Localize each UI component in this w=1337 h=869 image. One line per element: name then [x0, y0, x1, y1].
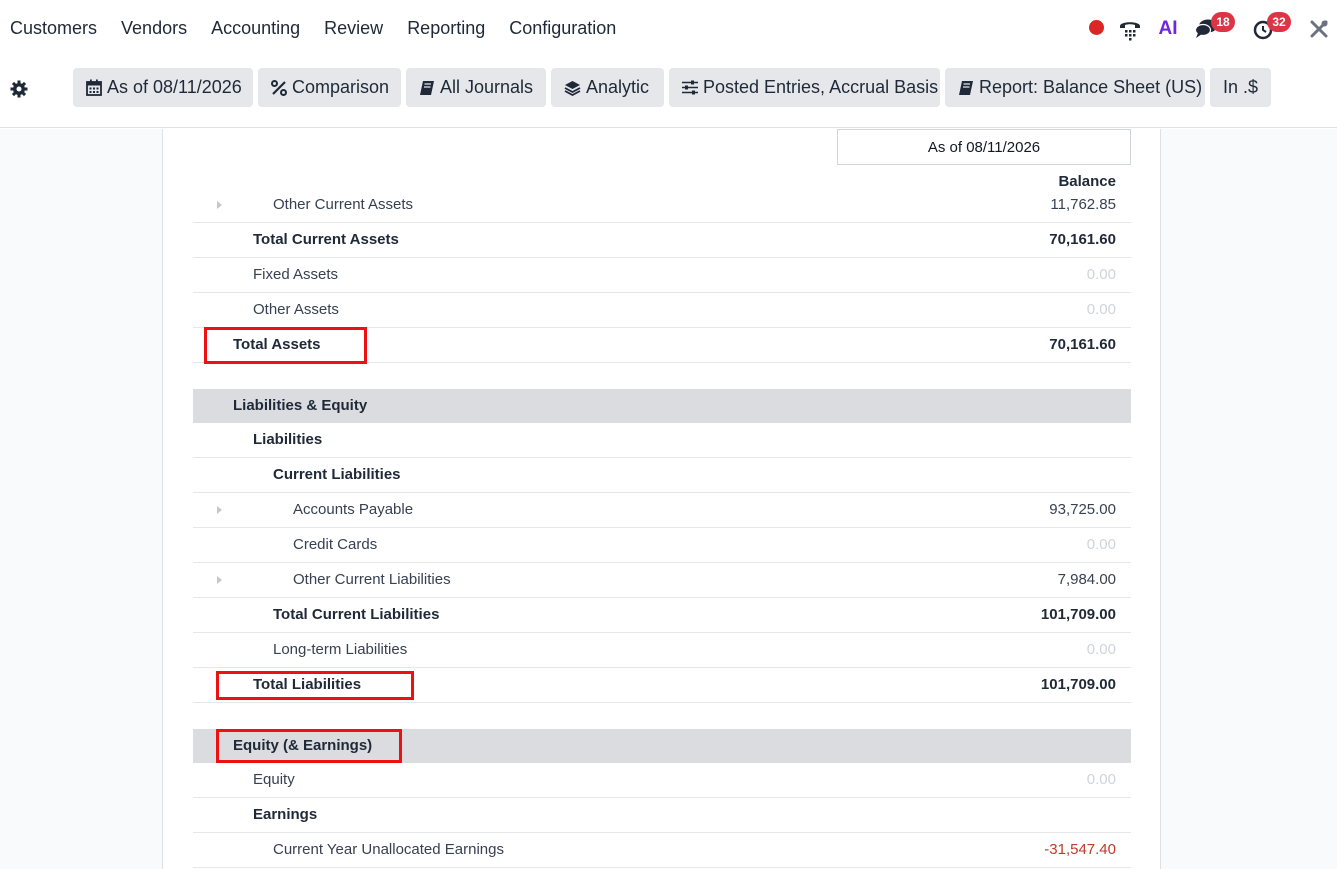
line-amount: 0.00 — [1086, 536, 1116, 553]
line-amount: 93,725.00 — [1049, 501, 1116, 518]
journals-button[interactable]: All Journals — [406, 68, 546, 107]
entries-filter-label: Posted Entries, Accrual Basis — [703, 77, 939, 97]
journals-label: All Journals — [440, 77, 534, 97]
caret-right-icon[interactable] — [217, 506, 222, 514]
line-liabilities: Liabilities — [193, 423, 1131, 458]
line-other-assets: Other Assets 0.00 — [193, 293, 1131, 328]
messages-badge: 18 — [1211, 12, 1235, 32]
menu-customers[interactable]: Customers — [10, 18, 97, 39]
line-label: Accounts Payable — [293, 501, 414, 518]
ai-icon[interactable]: AI — [1155, 16, 1181, 42]
line-current-year-unallocated-earnings: Current Year Unallocated Earnings -31,54… — [193, 833, 1131, 868]
line-accounts-payable[interactable]: Accounts Payable 93,725.00 — [193, 493, 1131, 528]
line-total-liabilities: Total Liabilities 101,709.00 — [193, 668, 1131, 703]
line-long-term-liabilities: Long-term Liabilities 0.00 — [193, 633, 1131, 668]
menu-reporting[interactable]: Reporting — [407, 18, 485, 39]
ai-label: AI — [1158, 18, 1178, 39]
line-label: Total Current Assets — [253, 231, 399, 248]
book-icon — [959, 80, 973, 95]
sliders-icon — [682, 80, 698, 95]
line-amount: 0.00 — [1086, 301, 1116, 318]
line-total-current-liabilities: Total Current Liabilities 101,709.00 — [193, 598, 1131, 633]
menu-configuration[interactable]: Configuration — [509, 18, 616, 39]
line-label: Other Assets — [253, 301, 339, 318]
report-selector-label: Report: Balance Sheet (US) — [979, 77, 1203, 97]
entries-filter-button[interactable]: Posted Entries, Accrual Basis — [669, 68, 940, 107]
book-icon — [420, 80, 434, 95]
line-amount: 101,709.00 — [1040, 676, 1116, 693]
line-label: Equity — [253, 771, 295, 788]
line-credit-cards: Credit Cards 0.00 — [193, 528, 1131, 563]
line-total-assets: Total Assets 70,161.60 — [193, 328, 1131, 363]
line-other-current-liabilities[interactable]: Other Current Liabilities 7,984.00 — [193, 563, 1131, 598]
date-filter-button[interactable]: As of 08/11/2026 — [73, 68, 253, 107]
top-navbar: Customers Vendors Accounting Review Repo… — [0, 0, 1337, 58]
line-amount: 0.00 — [1086, 771, 1116, 788]
main-menu: Customers Vendors Accounting Review Repo… — [10, 18, 640, 39]
comparison-label: Comparison — [292, 77, 390, 97]
date-filter-label: As of 08/11/2026 — [107, 77, 242, 97]
recording-indicator-icon[interactable] — [1089, 20, 1104, 35]
section-equity-earnings: Equity (& Earnings) — [193, 729, 1131, 763]
analytic-button[interactable]: Analytic — [551, 68, 664, 107]
line-amount: -31,547.40 — [1044, 841, 1116, 858]
line-label: Long-term Liabilities — [273, 641, 408, 658]
currency-label: In .$ — [1223, 77, 1259, 97]
line-amount: 70,161.60 — [1049, 336, 1116, 353]
line-label: Other Current Liabilities — [293, 571, 451, 588]
comparison-button[interactable]: Comparison — [258, 68, 401, 107]
line-label: Earnings — [253, 806, 318, 823]
caret-right-icon[interactable] — [217, 576, 222, 584]
line-label: Total Assets — [233, 336, 321, 353]
line-label: Total Current Liabilities — [273, 606, 440, 623]
line-label: Current Year Unallocated Earnings — [273, 841, 504, 858]
caret-right-icon[interactable] — [217, 201, 222, 209]
column-header-date[interactable]: As of 08/11/2026 — [837, 129, 1131, 165]
report-control-bar: As of 08/11/2026 Comparison All Journals… — [0, 58, 1337, 128]
line-amount: 0.00 — [1086, 641, 1116, 658]
line-label: Current Liabilities — [273, 466, 401, 483]
line-equity: Equity 0.00 — [193, 763, 1131, 798]
menu-review[interactable]: Review — [324, 18, 383, 39]
section-liabilities-equity: Liabilities & Equity — [193, 389, 1131, 423]
menu-accounting[interactable]: Accounting — [211, 18, 300, 39]
line-amount: 11,762.85 — [1050, 196, 1116, 213]
report-selector-button[interactable]: Report: Balance Sheet (US) — [945, 68, 1205, 107]
line-amount: 7,984.00 — [1057, 571, 1116, 588]
line-amount: 101,709.00 — [1040, 606, 1116, 623]
tools-icon[interactable] — [1308, 16, 1330, 42]
line-current-liabilities: Current Liabilities — [193, 458, 1131, 493]
line-amount: 70,161.60 — [1049, 231, 1116, 248]
line-label: Other Current Assets — [273, 196, 414, 213]
currency-button[interactable]: In .$ — [1210, 68, 1271, 107]
line-label: Fixed Assets — [253, 266, 339, 283]
line-label: Total Liabilities — [253, 676, 362, 693]
line-fixed-assets: Fixed Assets 0.00 — [193, 258, 1131, 293]
calendar-icon — [86, 79, 102, 96]
activities-badge: 32 — [1267, 12, 1291, 32]
percent-icon — [271, 79, 287, 96]
phone-icon[interactable] — [1117, 16, 1143, 42]
layers-icon — [564, 80, 581, 96]
line-label: Credit Cards — [293, 536, 378, 553]
line-earnings: Earnings — [193, 798, 1131, 833]
line-other-current-assets[interactable]: Other Current Assets 11,762.85 — [193, 188, 1131, 223]
line-amount: 0.00 — [1086, 266, 1116, 283]
menu-vendors[interactable]: Vendors — [121, 18, 187, 39]
line-total-current-assets: Total Current Assets 70,161.60 — [193, 223, 1131, 258]
gear-icon[interactable] — [10, 80, 28, 98]
line-label: Liabilities — [253, 431, 323, 448]
line-label: Liabilities & Equity — [233, 397, 368, 414]
line-label: Equity (& Earnings) — [233, 737, 373, 754]
analytic-label: Analytic — [586, 77, 650, 97]
